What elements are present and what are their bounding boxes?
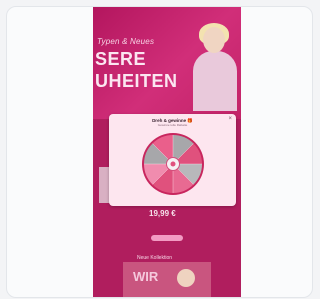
- hero-title-line2: UHEITEN: [95, 71, 178, 91]
- hero-banner: Typen & Neues SERE UHEITEN: [93, 7, 241, 119]
- hero-model-image: [189, 19, 241, 111]
- bottom-banner-image: [177, 269, 195, 287]
- product-price: 19,99 €: [149, 209, 176, 218]
- hero-title-line1: SERE: [95, 49, 147, 69]
- spin-wheel-modal: Dreh & gewinne 🎁 Gewinne tolle Rabatte ×: [109, 114, 236, 206]
- hero-subtitle: Typen & Neues: [97, 37, 155, 46]
- modal-subtitle: Gewinne tolle Rabatte: [157, 123, 188, 127]
- shop-button[interactable]: [151, 235, 183, 241]
- preview-card: Typen & Neues SERE UHEITEN 19,99 € Neue …: [6, 6, 313, 298]
- close-icon[interactable]: ×: [228, 116, 232, 122]
- section-title: Neue Kollektion: [137, 255, 173, 261]
- bottom-banner-text: WIR: [133, 269, 159, 284]
- prize-wheel[interactable]: [141, 132, 205, 196]
- spin-button-center: [170, 161, 176, 167]
